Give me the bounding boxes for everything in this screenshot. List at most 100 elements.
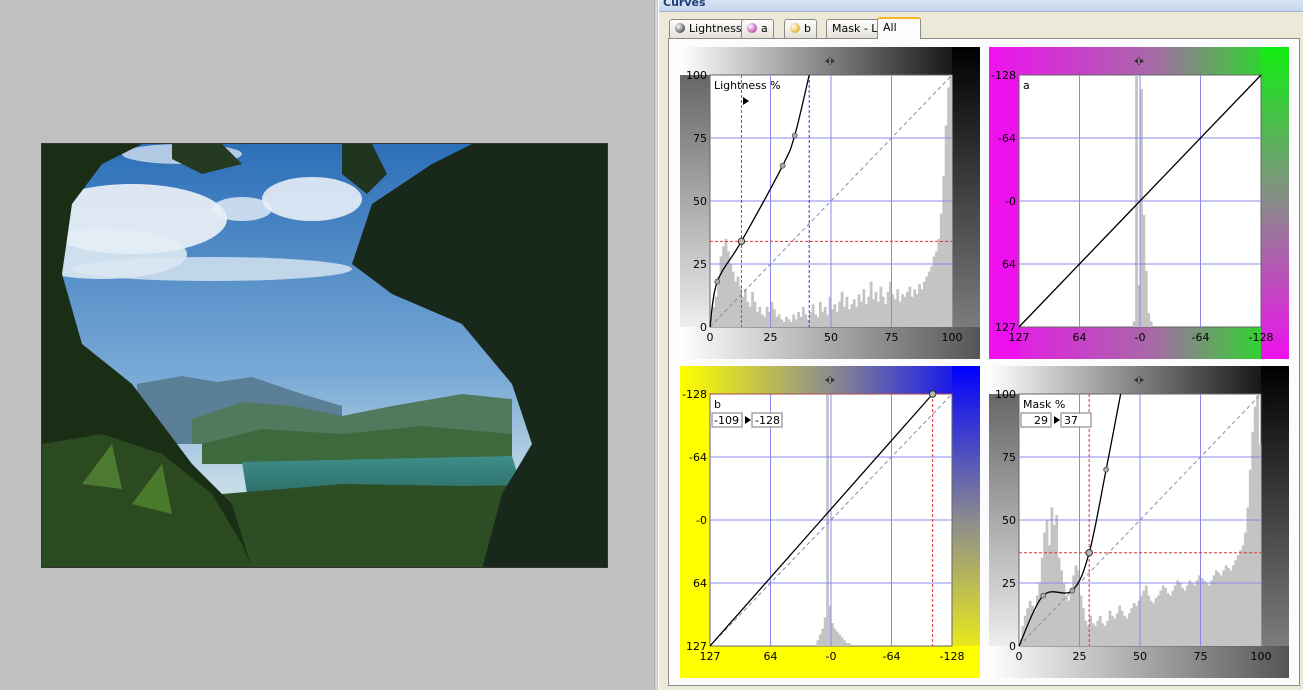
histogram-bar (893, 299, 897, 327)
a-curve-chart[interactable]: -128 -64 -0 64 127 127 64 -0 -64 -128 a (989, 47, 1289, 359)
channel-label: Lightness % (714, 79, 781, 92)
histogram-bar (1113, 618, 1117, 646)
histogram-bar (1159, 590, 1163, 646)
tab-lightness[interactable]: Lightness (669, 19, 748, 38)
lightness-icon (675, 23, 685, 33)
histogram-bar (896, 289, 900, 327)
tab-all[interactable]: All (877, 17, 921, 39)
channel-label: a (1023, 79, 1030, 92)
histogram-bar (1135, 605, 1138, 646)
y-tick-label: 75 (693, 132, 707, 145)
histogram-bar (818, 634, 822, 646)
histogram-bar (1118, 605, 1122, 646)
chart-side-gradient (1261, 366, 1289, 678)
histogram-bar (1234, 560, 1238, 646)
histogram-bar (751, 291, 754, 327)
y-tick-label: 100 (995, 388, 1016, 401)
tab-mask-l[interactable]: Mask - L (826, 19, 884, 38)
histogram-bar (937, 238, 941, 327)
histogram-bar (789, 321, 793, 327)
histogram-bar (942, 175, 946, 327)
input-value: -109 (714, 414, 739, 427)
lightness-curve-chart[interactable]: 100 75 50 25 0 0 25 50 75 100 Lightness % (680, 47, 980, 359)
histogram-bar (1132, 603, 1136, 646)
histogram-bar (1081, 608, 1085, 646)
histogram-bar (777, 314, 781, 327)
histogram-bar (898, 301, 902, 327)
tab-b[interactable]: b (784, 19, 817, 38)
histogram-bar (816, 316, 820, 327)
histogram-bar (1236, 555, 1240, 646)
histogram-bar (736, 276, 740, 327)
tab-a[interactable]: a (741, 19, 774, 38)
histogram-bar (1103, 625, 1107, 646)
histogram-bar (1074, 565, 1078, 646)
histogram-bar (1178, 583, 1182, 646)
y-tick-label: 50 (1002, 514, 1016, 527)
histogram-bar (794, 319, 798, 327)
histogram-bar (1169, 595, 1172, 646)
histogram-bar (1239, 550, 1243, 646)
histogram-bar (1110, 615, 1114, 646)
histogram-bar (780, 319, 783, 327)
histogram-bar (823, 617, 827, 646)
histogram-bar (1152, 603, 1155, 646)
histogram-bar (850, 304, 854, 327)
histogram-bar (860, 301, 863, 327)
histogram-bar (886, 291, 890, 327)
b-curve-chart[interactable]: -128 -64 -0 64 127 127 64 -0 -64 -128 b -109 -128 (680, 366, 980, 678)
histogram-bar (843, 640, 846, 646)
chart-side-gradient (1261, 47, 1289, 359)
histogram-bar (1246, 507, 1250, 646)
histogram-bar (932, 256, 936, 327)
histogram-bar (1181, 588, 1184, 646)
histogram-bar (1164, 588, 1168, 646)
histogram-bar (913, 289, 917, 327)
histogram-bar (840, 291, 844, 327)
histogram-bar (1144, 585, 1148, 646)
chart-side-gradient (680, 75, 710, 359)
histogram-bar (852, 299, 856, 327)
histogram-bar (1173, 585, 1177, 646)
panel-title: Curves (663, 0, 706, 9)
histogram-bar (1222, 570, 1226, 646)
histogram-bar (855, 306, 859, 327)
x-tick-label: 100 (1251, 650, 1272, 663)
histogram-bar (782, 321, 786, 327)
histogram-bar (1048, 545, 1051, 646)
histogram-bar (811, 304, 815, 327)
histogram-bar (1147, 313, 1151, 327)
x-tick-label: 75 (1194, 650, 1208, 663)
curve-control-point (1040, 592, 1047, 599)
mask-curve-chart[interactable]: 100 75 50 25 0 0 25 50 75 100 Mask % 29 37 (989, 366, 1289, 678)
y-tick-label: 25 (1002, 577, 1016, 590)
histogram-bar (814, 314, 817, 327)
x-tick-label: -64 (883, 650, 901, 663)
histogram-bar (1219, 575, 1223, 646)
histogram-bar (1190, 583, 1194, 646)
tab-label: Lightness (689, 22, 742, 35)
histogram-bar (1130, 608, 1134, 646)
histogram-bar (801, 306, 805, 327)
histogram-bar (1207, 585, 1211, 646)
histogram-bar (1149, 600, 1153, 646)
tab-label: All (883, 21, 897, 34)
curve-control-point (1103, 466, 1110, 473)
histogram-bar (835, 311, 839, 327)
histogram-bar (1084, 620, 1088, 646)
histogram-bar (1101, 623, 1105, 646)
histogram-bar (903, 296, 907, 327)
histogram-bar (939, 213, 943, 327)
histogram-bar (1038, 583, 1042, 646)
y-tick-label: -128 (682, 388, 707, 401)
histogram-bar (1210, 580, 1213, 646)
histogram-bar (763, 316, 767, 327)
histogram-bar (874, 291, 878, 327)
histogram-bar (884, 304, 888, 327)
y-tick-label: 75 (1002, 451, 1016, 464)
histogram-bar (872, 299, 875, 327)
histogram-bar (818, 301, 822, 327)
histogram-bar (1144, 271, 1148, 327)
histogram-bar (1227, 567, 1230, 646)
histogram-bar (1248, 469, 1252, 646)
